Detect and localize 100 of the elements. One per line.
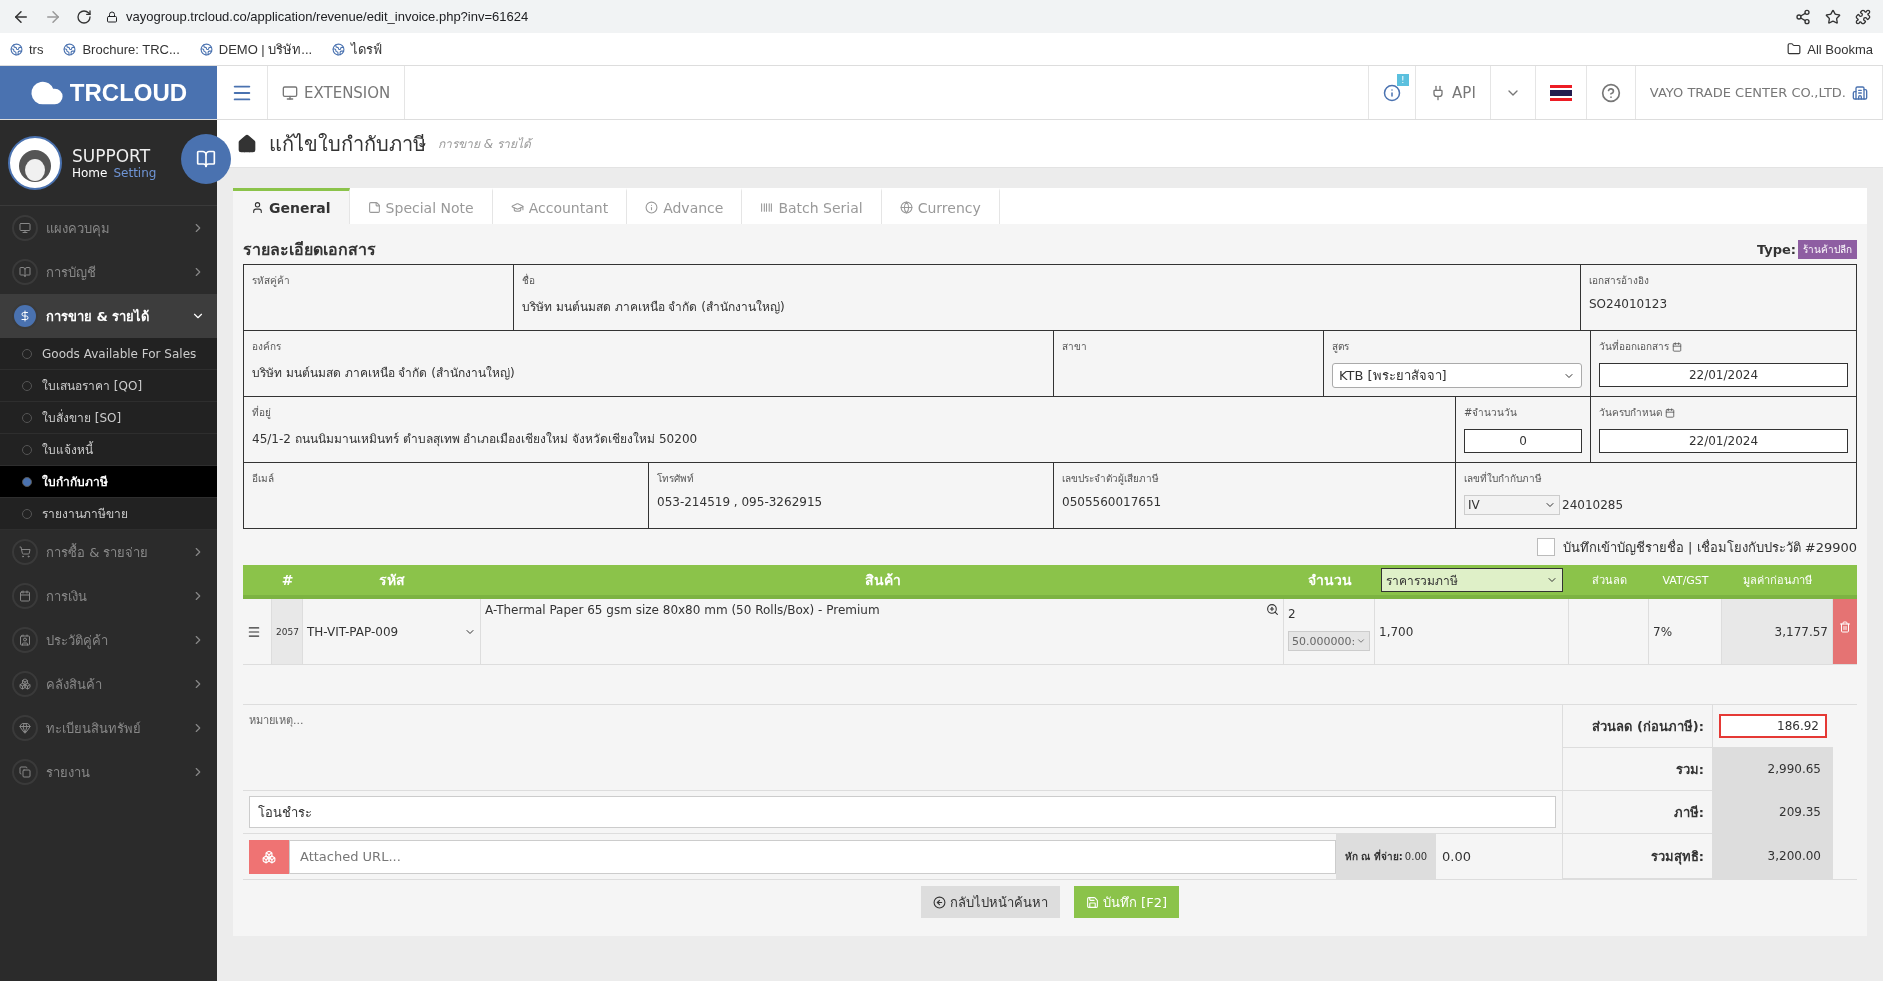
save-icon — [1086, 895, 1099, 909]
globe-icon[interactable] — [199, 42, 213, 56]
globe-icon[interactable] — [332, 42, 346, 56]
home-icon[interactable] — [237, 133, 257, 154]
tab[interactable]: General — [233, 188, 350, 224]
bookmark[interactable]: ไดรฟ์ — [351, 38, 383, 60]
withholding-value[interactable]: 0.00 — [1436, 834, 1556, 879]
note-icon — [367, 201, 381, 214]
profile-link[interactable]: Setting — [113, 165, 157, 180]
field-value: บริษัท มนต์นมสด ภาคเหนือ จำกัด (สำนักงานใหญ่) — [252, 365, 516, 382]
globe-icon[interactable] — [63, 42, 77, 56]
unit-price[interactable]: 1,700 — [1375, 599, 1569, 664]
book-button[interactable] — [181, 134, 231, 184]
info-icon[interactable] — [1383, 83, 1402, 102]
star-icon[interactable] — [1825, 8, 1841, 25]
amount: 3,177.57 — [1722, 599, 1833, 664]
sidebar-item[interactable]: การบัญชี — [0, 250, 217, 294]
field-label: เลขประจำตัวผู้เสียภาษี — [1062, 472, 1159, 486]
flag-icon[interactable] — [1549, 84, 1572, 101]
sidebar-subitem[interactable]: รายงานภาษีขาย — [0, 498, 217, 530]
extension-button[interactable]: EXTENSION — [268, 66, 406, 119]
folder-icon[interactable] — [1787, 42, 1802, 56]
book-icon — [196, 149, 216, 169]
column-header: VAT/GST — [1661, 572, 1710, 589]
search-icon[interactable] — [1266, 603, 1279, 616]
gem-icon — [19, 722, 31, 734]
sidebar-item[interactable]: คลังสินค้า — [0, 662, 217, 706]
cart-icon — [19, 546, 31, 558]
drag-handle-icon[interactable] — [247, 624, 261, 639]
sidebar-item[interactable]: รายงาน — [0, 750, 217, 794]
api-button[interactable]: API — [1416, 66, 1491, 119]
sidebar-subitem[interactable]: ใบเสนอราคา [QO] — [0, 370, 217, 402]
column-header: รหัส — [378, 571, 406, 590]
price-mode-select[interactable]: ราคารวมภาษี — [1381, 568, 1563, 592]
back-button[interactable]: กลับไปหน้าค้นหา — [921, 886, 1060, 918]
sidebar-subitem[interactable]: ใบแจ้งหนี้ — [0, 434, 217, 466]
notification-badge: ! — [1397, 74, 1409, 86]
date-field[interactable]: 22/01/2024 — [1599, 363, 1848, 387]
unit-select[interactable]: 50.000000: — [1288, 631, 1370, 651]
extensions-icon[interactable] — [1855, 8, 1871, 25]
input-field[interactable]: 0 — [1464, 429, 1582, 453]
notes-field[interactable]: หมายเหตุ... — [243, 705, 1562, 791]
sidebar-item[interactable]: การเงิน — [0, 574, 217, 618]
page-subtitle: การขาย & รายได้ — [438, 136, 531, 153]
product-description[interactable]: A-Thermal Paper 65 gsm size 80x80 mm (50 Rolls/Box) - Premium — [485, 603, 880, 617]
field-label: โทรศัพท์ — [657, 472, 694, 486]
avatar — [8, 135, 62, 190]
sidebar-subitem[interactable]: Goods Available For Sales — [0, 338, 217, 370]
sidebar-item[interactable]: ประวัติคู่ค้า — [0, 618, 217, 662]
book-icon — [19, 266, 31, 278]
calendar-icon — [1672, 341, 1682, 352]
field-label: วันที่ออกเอกสาร — [1599, 339, 1669, 354]
globe-icon[interactable] — [10, 42, 23, 56]
field-label: องค์กร — [252, 340, 281, 354]
field-label: ชื่อ — [522, 273, 535, 288]
caret-icon — [1356, 636, 1366, 646]
column-header: ส่วนลด — [1590, 573, 1628, 589]
calendar-icon — [19, 590, 31, 602]
upload-button[interactable] — [249, 839, 289, 874]
page-title: แก้ไขใบกำกับภาษี — [269, 130, 426, 158]
prefix-select[interactable]: IV — [1464, 495, 1560, 515]
field-label: รหัสคู่ค้า — [252, 274, 290, 288]
section-title: รายละเอียดเอกสาร — [243, 238, 376, 261]
date-field[interactable]: 22/01/2024 — [1599, 429, 1848, 453]
product-code[interactable]: TH-VIT-PAP-009 — [307, 624, 399, 639]
contact-card-icon — [19, 634, 31, 646]
field-value: 0505560017651 — [1062, 495, 1163, 509]
field-label: เอกสารอ้างอิง — [1589, 274, 1649, 288]
bookmark[interactable]: Brochure: TRC... — [82, 41, 180, 57]
quantity[interactable]: 2 — [1288, 607, 1370, 621]
field-label: วันครบกำหนด — [1599, 406, 1662, 420]
select-field[interactable]: KTB [พระยาสัจจา] — [1332, 363, 1582, 388]
field-label: อีเมล์ — [252, 472, 274, 486]
bookmark[interactable]: trs — [29, 41, 44, 57]
row-number: 2057 — [272, 599, 303, 664]
help-icon[interactable] — [1600, 82, 1621, 103]
checkbox-label: บันทึกเข้าบัญชีรายชื่อ | เชื่อมโยงกับประวัติ #29900 — [1562, 538, 1857, 557]
reload-icon[interactable] — [76, 8, 92, 25]
sidebar-item[interactable]: ทะเบียนสินทรัพย์ — [0, 706, 217, 750]
sidebar-item[interactable]: แผงควบคุม — [0, 206, 217, 250]
all-bookmarks[interactable]: All Bookma — [1807, 41, 1873, 57]
total-value: 2,990.65 — [1766, 761, 1822, 778]
user-name: SUPPORT — [72, 145, 152, 166]
dollar-icon — [19, 310, 31, 322]
boxes-icon — [19, 678, 31, 690]
company-name[interactable]: VAYO TRADE CENTER CO.,LTD. — [1635, 66, 1883, 119]
discount-field[interactable]: 186.92 — [1719, 714, 1827, 738]
copy-icon — [19, 766, 31, 778]
url-field[interactable]: Attached URL... — [289, 839, 1336, 874]
payment-field[interactable]: โอนชำระ — [249, 796, 1556, 828]
profile-link[interactable]: Home — [72, 165, 108, 180]
sidebar-subitem[interactable]: ใบกำกับภาษี — [0, 466, 217, 498]
sidebar-item[interactable]: การซื้อ & รายจ่าย — [0, 530, 217, 574]
total-value: 3,200.00 — [1766, 848, 1822, 865]
sidebar-item[interactable]: การขาย & รายได้ — [0, 294, 217, 338]
sidebar-subitem[interactable]: ใบสั่งขาย [SO] — [0, 402, 217, 434]
column-header: มูลค่าก่อนภาษี — [1742, 573, 1813, 589]
share-icon[interactable] — [1795, 8, 1811, 25]
checkbox[interactable] — [1536, 538, 1555, 556]
bookmark[interactable]: DEMO | บริษัท... — [218, 38, 313, 60]
